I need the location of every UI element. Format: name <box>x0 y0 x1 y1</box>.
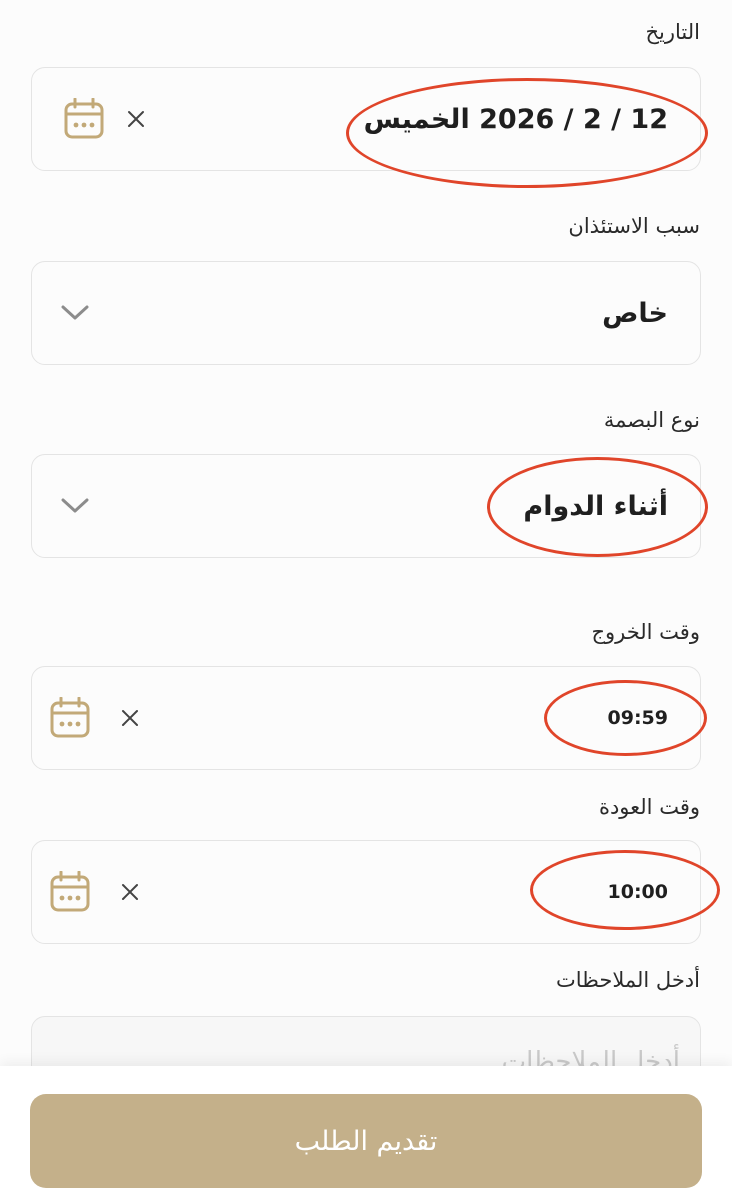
return-time-value: 10:00 <box>607 881 668 903</box>
close-icon[interactable] <box>126 109 146 129</box>
exit-time-field[interactable]: 09:59 <box>31 666 701 770</box>
date-text: 12 / 2 / 2026 <box>479 103 668 135</box>
calendar-icon[interactable] <box>50 697 90 739</box>
leave-request-form: التاريخ 12 / 2 / 2026 الخميس سبب الاستئذ… <box>0 0 732 1200</box>
calendar-icon[interactable] <box>50 871 90 913</box>
reason-select[interactable]: خاص <box>31 261 701 365</box>
exit-time-value: 09:59 <box>607 707 668 729</box>
date-weekday: الخميس <box>363 103 470 135</box>
date-field[interactable]: 12 / 2 / 2026 الخميس <box>31 67 701 171</box>
fingerprint-type-select[interactable]: أثناء الدوام <box>31 454 701 558</box>
date-label: التاريخ <box>645 20 700 44</box>
reason-selected: خاص <box>602 297 668 329</box>
chevron-down-icon[interactable] <box>60 304 90 322</box>
reason-label: سبب الاستئذان <box>568 214 700 238</box>
submit-button[interactable]: تقديم الطلب <box>30 1094 702 1188</box>
calendar-icon[interactable] <box>64 98 104 140</box>
fingerprint-type-label: نوع البصمة <box>603 408 700 432</box>
fingerprint-type-selected: أثناء الدوام <box>523 490 668 522</box>
date-value: 12 / 2 / 2026 الخميس <box>342 68 668 170</box>
notes-label: أدخل الملاحظات <box>555 968 700 992</box>
chevron-down-icon[interactable] <box>60 497 90 515</box>
return-time-label: وقت العودة <box>598 795 700 819</box>
close-icon[interactable] <box>120 882 140 902</box>
return-time-field[interactable]: 10:00 <box>31 840 701 944</box>
exit-time-label: وقت الخروج <box>591 620 700 644</box>
close-icon[interactable] <box>120 708 140 728</box>
